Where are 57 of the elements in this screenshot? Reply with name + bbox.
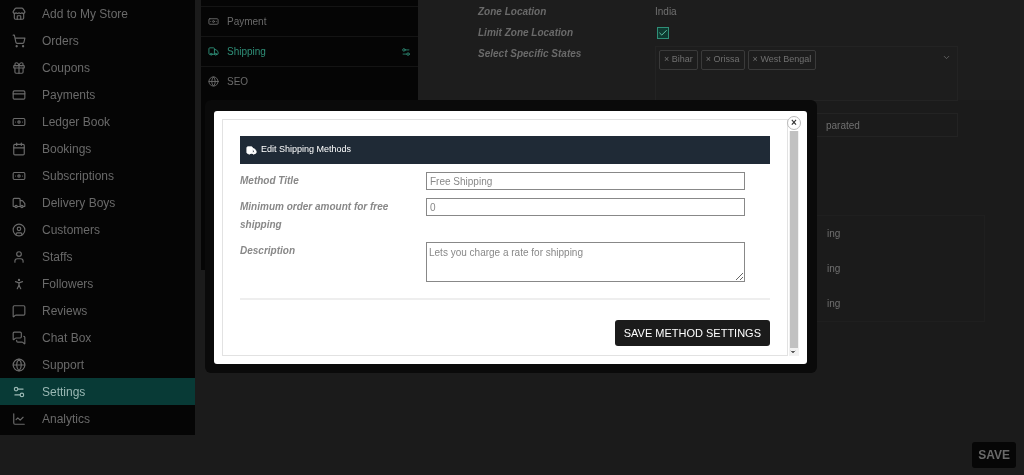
user-circle-icon xyxy=(12,222,26,237)
table-cell-text: ing xyxy=(827,262,842,276)
cart-icon xyxy=(12,33,26,48)
field-label: Select Specific States xyxy=(478,47,583,61)
store-icon xyxy=(12,6,26,21)
truck-icon xyxy=(246,144,257,156)
sidebar-item[interactable]: Subscriptions xyxy=(0,162,195,189)
field-label: Minimum order amount for free shipping xyxy=(240,200,390,232)
globe-icon xyxy=(208,76,219,87)
truck-icon xyxy=(208,46,219,57)
sidebar-item[interactable]: Chat Box xyxy=(0,324,195,351)
state-tag[interactable]: × Bihar xyxy=(659,50,698,70)
sidebar-item[interactable]: Customers xyxy=(0,216,195,243)
field-value: India xyxy=(655,5,677,19)
text-field[interactable]: 0 xyxy=(426,198,745,216)
save-button[interactable]: SAVE xyxy=(972,442,1016,468)
sidebar-item[interactable]: Reviews xyxy=(0,297,195,324)
field-label: Method Title xyxy=(240,174,300,188)
sidebar-item[interactable]: Settings xyxy=(0,378,195,405)
sidebar-item[interactable]: Delivery Boys xyxy=(0,189,195,216)
card-icon xyxy=(12,87,26,102)
chart-icon xyxy=(12,411,26,426)
sidebar-item[interactable]: Ledger Book xyxy=(0,108,195,135)
settings-menu-item[interactable]: SEO xyxy=(201,66,418,96)
sidebar-item[interactable]: Analytics xyxy=(0,405,195,432)
calendar-icon xyxy=(12,141,26,156)
state-tag[interactable]: × West Bengal xyxy=(747,50,817,70)
sidebar-item[interactable]: Coupons xyxy=(0,54,195,81)
text-field[interactable]: Free Shipping xyxy=(426,172,745,190)
modal-title: Edit Shipping Methods xyxy=(261,143,352,157)
sidebar-item[interactable]: Followers xyxy=(0,270,195,297)
person-icon xyxy=(12,276,26,291)
sidebar-item[interactable]: Orders xyxy=(0,27,195,54)
checkbox[interactable] xyxy=(657,26,669,39)
field-label: Zone Location xyxy=(478,5,548,19)
sidebar-item[interactable]: Payments xyxy=(0,81,195,108)
scroll-down-icon xyxy=(789,348,797,356)
settings-menu-item[interactable]: Shipping xyxy=(201,36,418,66)
sidebar-item[interactable]: Bookings xyxy=(0,135,195,162)
banknote-icon xyxy=(208,16,219,27)
truck-icon xyxy=(12,195,26,210)
table-cell-text: ing xyxy=(827,227,842,241)
chat-icon xyxy=(12,330,26,345)
gift-icon xyxy=(12,60,26,75)
field-label: Description xyxy=(240,244,296,258)
sidebar-item[interactable]: Add to My Store xyxy=(0,0,195,27)
field-label: Limit Zone Location xyxy=(478,26,574,40)
save-method-settings-button[interactable]: SAVE METHOD SETTINGS xyxy=(614,320,770,346)
user-icon xyxy=(12,249,26,264)
state-tag[interactable]: × Orissa xyxy=(700,50,745,70)
check-icon xyxy=(658,27,668,38)
sidebar-item[interactable]: Staffs xyxy=(0,243,195,270)
table-cell-text: ing xyxy=(827,297,842,311)
globe-icon xyxy=(12,357,26,372)
description-field[interactable]: Lets you charge a rate for shipping xyxy=(426,242,745,282)
comment-icon xyxy=(12,303,26,318)
sidebar-item[interactable]: Support xyxy=(0,351,195,378)
